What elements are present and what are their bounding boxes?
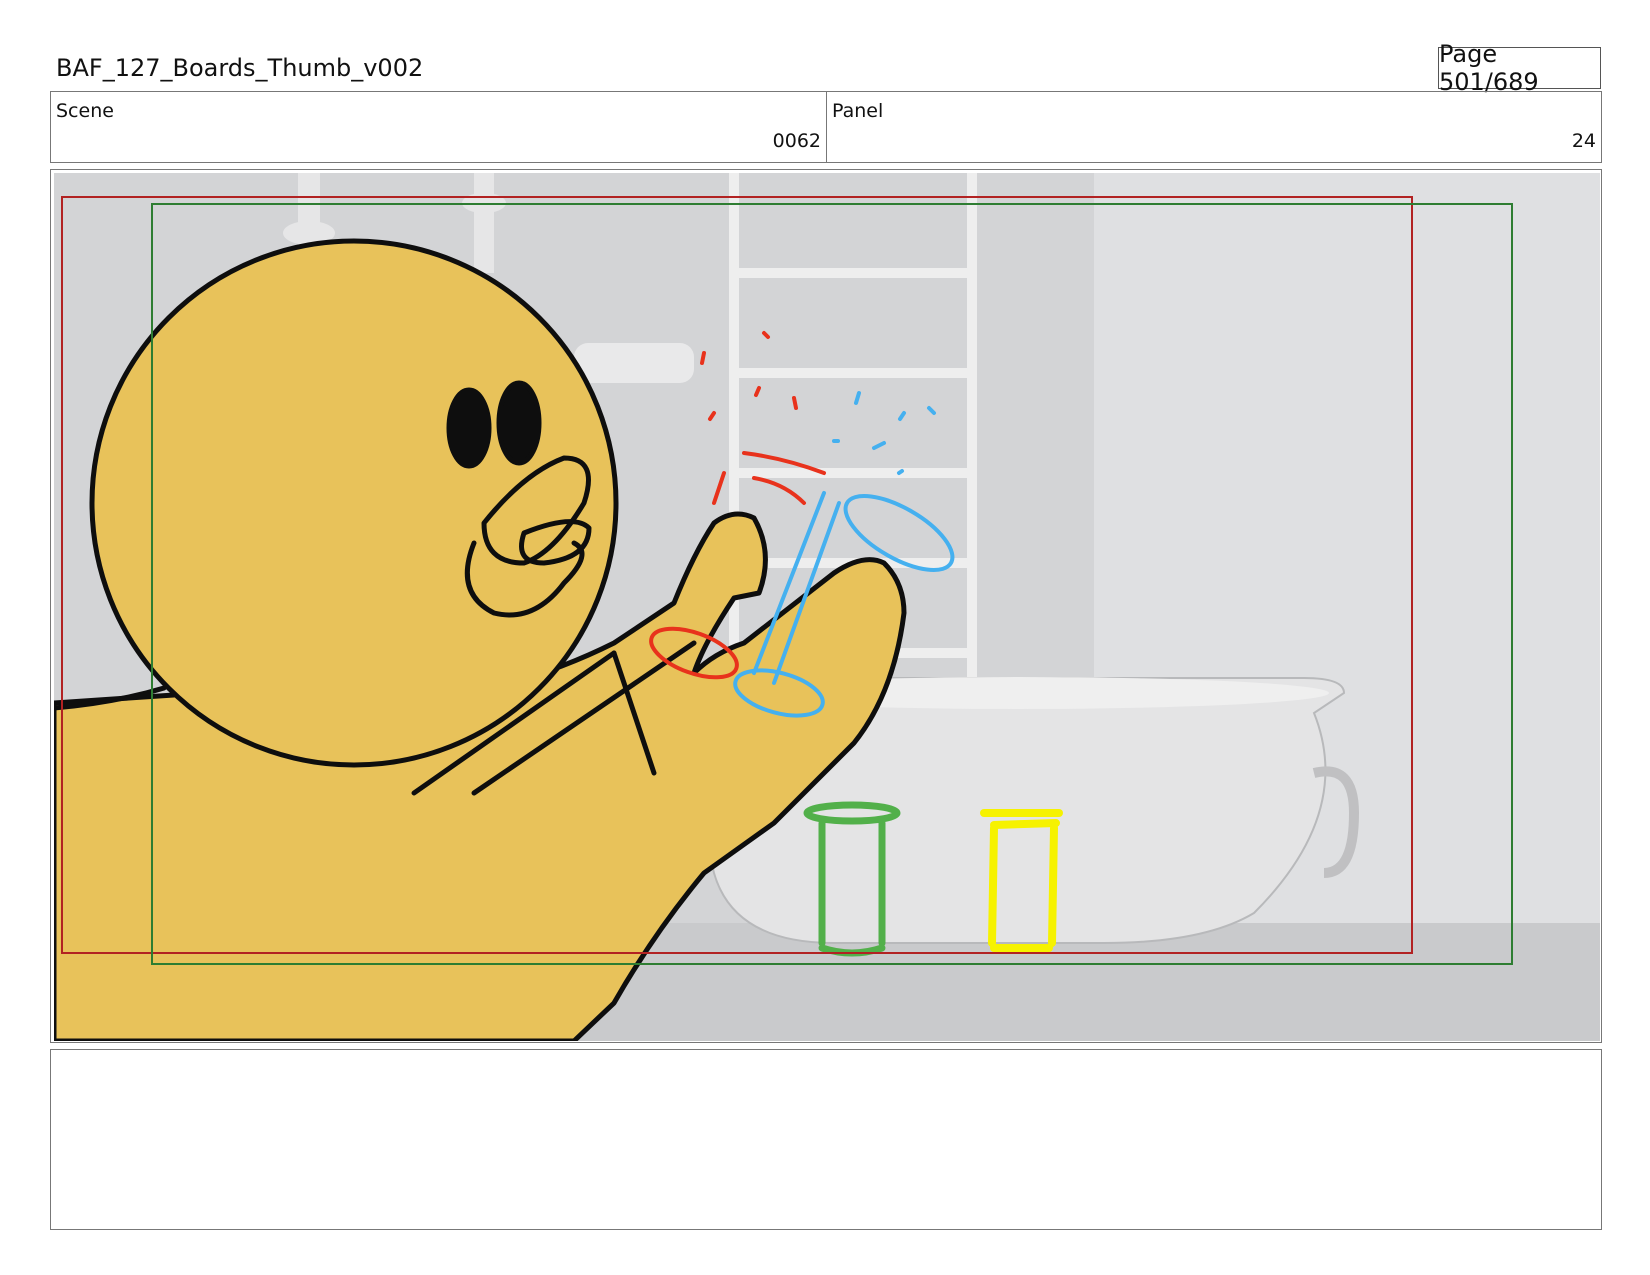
scene-label: Scene [56, 100, 114, 122]
panel-value: 24 [1571, 130, 1596, 152]
storyboard-frame [50, 169, 1602, 1043]
storyboard-drawing [54, 173, 1600, 1041]
shelf-drawing [574, 343, 694, 383]
panel-label: Panel [832, 100, 884, 122]
scene-value: 0062 [772, 130, 821, 152]
page-number: Page 501/689 [1439, 40, 1539, 96]
panel-cell: Panel 24 [827, 92, 1601, 162]
page-number-box: Page 501/689 [1438, 40, 1601, 96]
scene-cell: Scene 0062 [51, 92, 827, 162]
notes-box [50, 1049, 1602, 1230]
info-row: Scene 0062 Panel 24 [50, 91, 1602, 163]
document-title: BAF_127_Boards_Thumb_v002 [56, 54, 424, 82]
